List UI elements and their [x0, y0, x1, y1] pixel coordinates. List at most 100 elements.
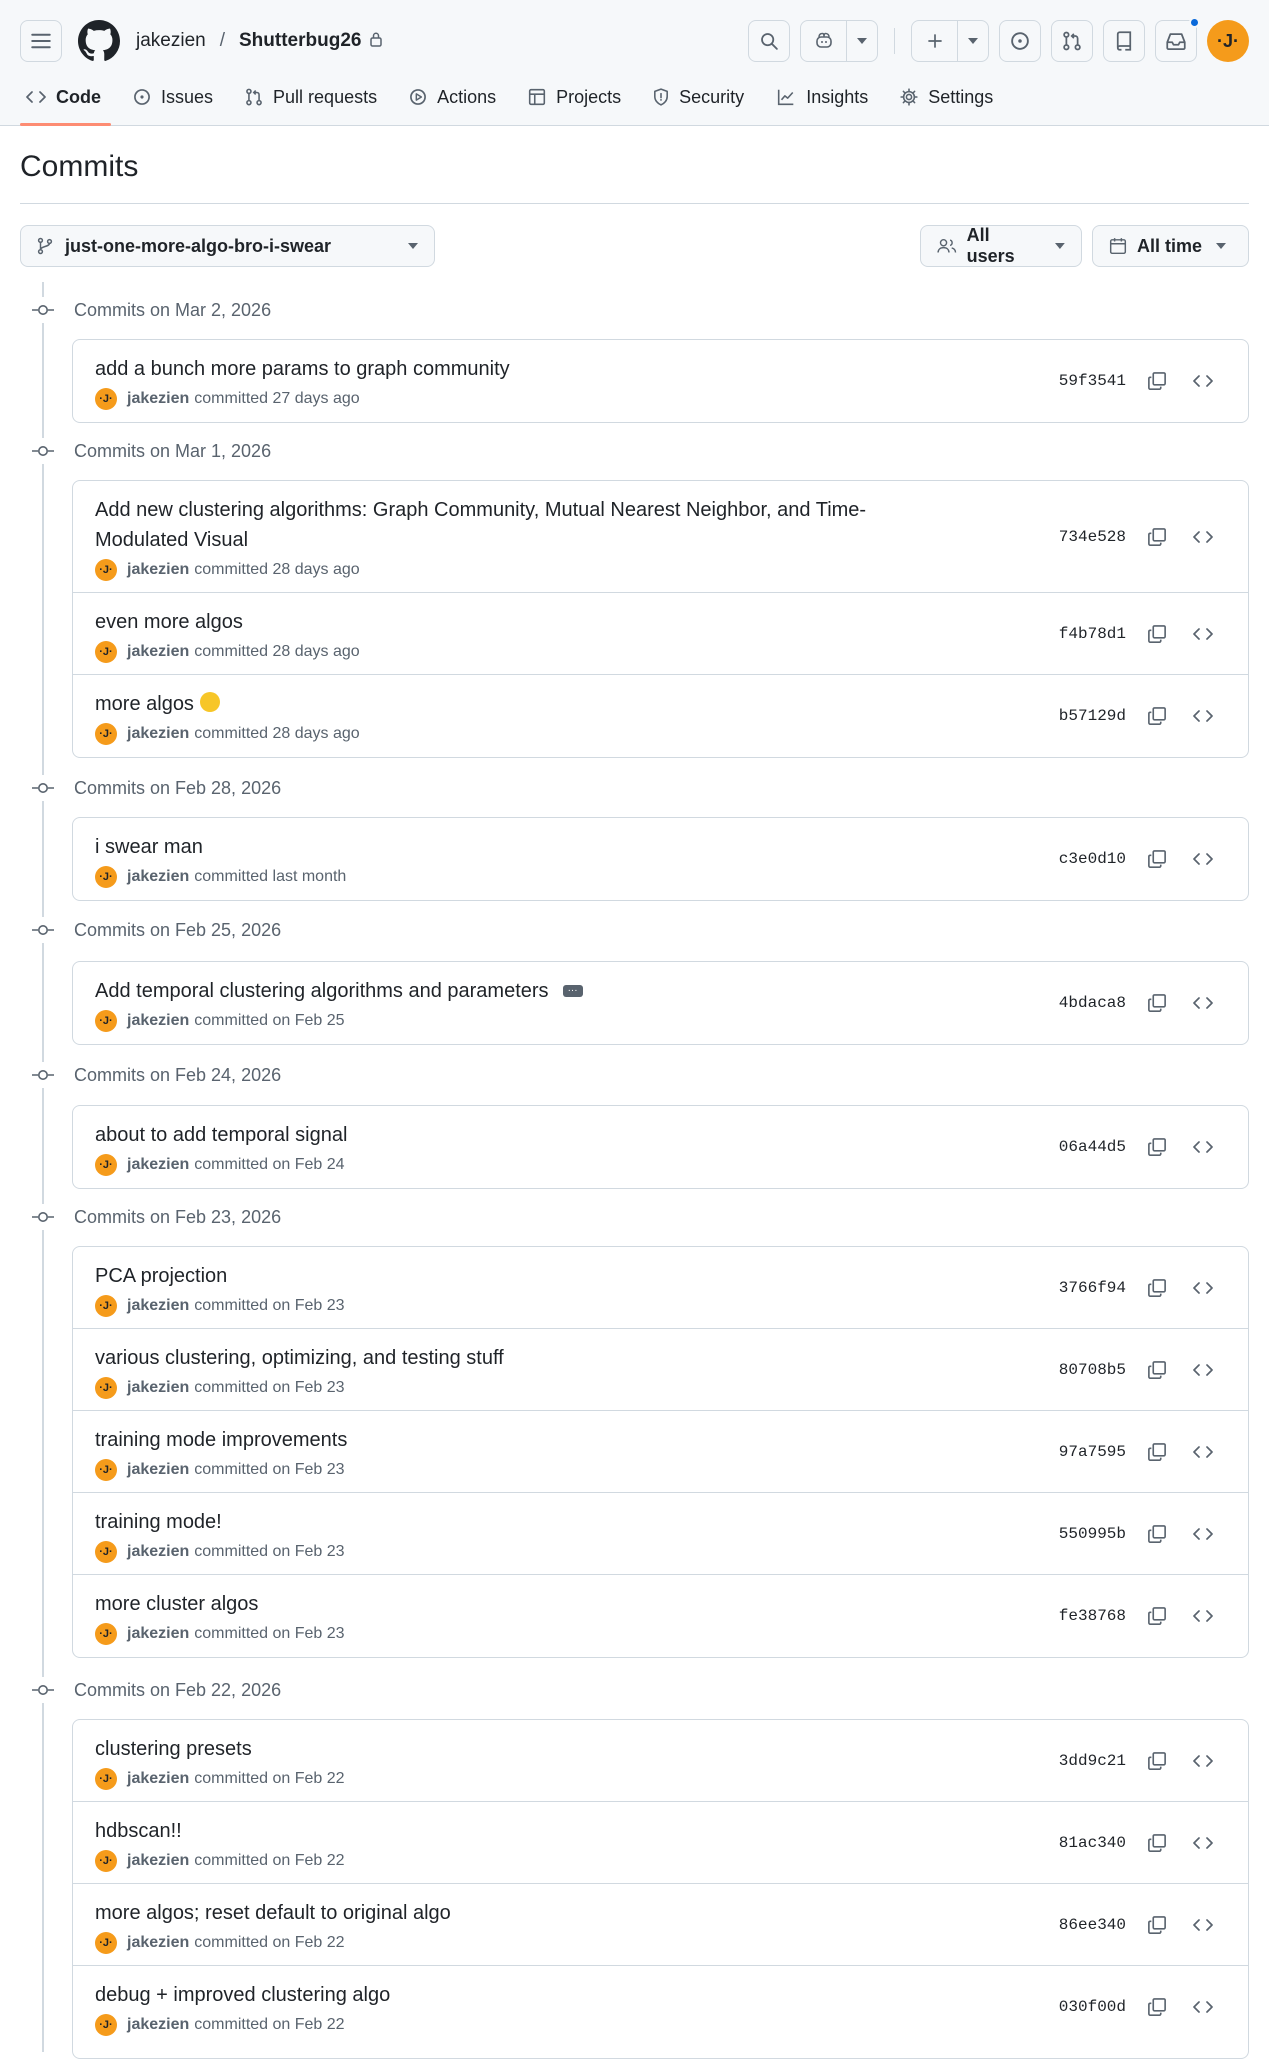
author-link[interactable]: jakezien: [127, 725, 189, 743]
commit-message-link[interactable]: various clustering, optimizing, and test…: [95, 1343, 953, 1373]
commit-sha-link[interactable]: f4b78d1: [1036, 625, 1126, 643]
author-link[interactable]: jakezien: [127, 1852, 189, 1870]
browse-files-button[interactable]: [1188, 366, 1218, 396]
copy-sha-button[interactable]: [1142, 1132, 1172, 1162]
copy-sha-button[interactable]: [1142, 988, 1172, 1018]
browse-files-button[interactable]: [1188, 844, 1218, 874]
author-link[interactable]: jakezien: [127, 1012, 189, 1030]
browse-files-button[interactable]: [1188, 1910, 1218, 1940]
copy-sha-button[interactable]: [1142, 701, 1172, 731]
copilot-button[interactable]: [801, 21, 847, 61]
author-avatar[interactable]: ·J·: [95, 1295, 117, 1317]
browse-files-button[interactable]: [1188, 988, 1218, 1018]
author-avatar[interactable]: ·J·: [95, 641, 117, 663]
browse-files-button[interactable]: [1188, 1601, 1218, 1631]
author-link[interactable]: jakezien: [127, 561, 189, 579]
browse-files-button[interactable]: [1188, 701, 1218, 731]
repo-owner-link[interactable]: jakezien: [136, 30, 206, 52]
commit-sha-link[interactable]: fe38768: [1036, 1607, 1126, 1625]
commit-message-link[interactable]: more algos: [95, 693, 194, 715]
commit-sha-link[interactable]: 80708b5: [1036, 1361, 1126, 1379]
author-avatar[interactable]: ·J·: [95, 1623, 117, 1645]
author-link[interactable]: jakezien: [127, 390, 189, 408]
author-link[interactable]: jakezien: [127, 1770, 189, 1788]
time-filter[interactable]: All time: [1092, 225, 1249, 267]
commit-sha-link[interactable]: 550995b: [1036, 1525, 1126, 1543]
copy-sha-button[interactable]: [1142, 1828, 1172, 1858]
author-link[interactable]: jakezien: [127, 1379, 189, 1397]
author-avatar[interactable]: ·J·: [95, 559, 117, 581]
author-link[interactable]: jakezien: [127, 643, 189, 661]
author-link[interactable]: jakezien: [127, 1156, 189, 1174]
commit-message-link[interactable]: add a bunch more params to graph communi…: [95, 354, 953, 384]
browse-files-button[interactable]: [1188, 1828, 1218, 1858]
copy-sha-button[interactable]: [1142, 844, 1172, 874]
github-logo-icon[interactable]: [78, 20, 120, 62]
author-avatar[interactable]: ·J·: [95, 1154, 117, 1176]
author-avatar[interactable]: ·J·: [95, 1541, 117, 1563]
commit-sha-link[interactable]: 81ac340: [1036, 1834, 1126, 1852]
commit-sha-link[interactable]: 734e528: [1036, 528, 1126, 546]
user-avatar[interactable]: ·J·: [1207, 20, 1249, 62]
tab-security[interactable]: Security: [653, 80, 744, 114]
author-link[interactable]: jakezien: [127, 1461, 189, 1479]
commit-message-link[interactable]: i swear man: [95, 832, 953, 862]
author-link[interactable]: jakezien: [127, 1625, 189, 1643]
commit-message-link[interactable]: more algos; reset default to original al…: [95, 1898, 953, 1928]
commit-sha-link[interactable]: 06a44d5: [1036, 1138, 1126, 1156]
commit-message-link[interactable]: PCA projection: [95, 1261, 953, 1291]
commit-message-link[interactable]: debug + improved clustering algo: [95, 1980, 953, 2010]
repositories-button[interactable]: [1103, 20, 1145, 62]
commit-message-link[interactable]: even more algos: [95, 607, 953, 637]
author-avatar[interactable]: ·J·: [95, 1850, 117, 1872]
users-filter[interactable]: All users: [920, 225, 1082, 267]
author-avatar[interactable]: ·J·: [95, 1932, 117, 1954]
browse-files-button[interactable]: [1188, 1519, 1218, 1549]
commit-sha-link[interactable]: b57129d: [1036, 707, 1126, 725]
create-new-dropdown-button[interactable]: [958, 21, 988, 61]
commit-message-link[interactable]: clustering presets: [95, 1734, 953, 1764]
commit-sha-link[interactable]: 3dd9c21: [1036, 1752, 1126, 1770]
tab-issues[interactable]: Issues: [133, 80, 213, 114]
pull-requests-shortcut-button[interactable]: [1051, 20, 1093, 62]
copy-sha-button[interactable]: [1142, 1519, 1172, 1549]
copy-sha-button[interactable]: [1142, 366, 1172, 396]
copilot-dropdown-button[interactable]: [847, 21, 877, 61]
tab-settings[interactable]: Settings: [900, 80, 993, 114]
commit-sha-link[interactable]: 86ee340: [1036, 1916, 1126, 1934]
copy-sha-button[interactable]: [1142, 1355, 1172, 1385]
author-link[interactable]: jakezien: [127, 2016, 189, 2034]
search-button[interactable]: [748, 20, 790, 62]
author-avatar[interactable]: ·J·: [95, 1768, 117, 1790]
author-avatar[interactable]: ·J·: [95, 2014, 117, 2036]
author-link[interactable]: jakezien: [127, 1543, 189, 1561]
expand-description-button[interactable]: ···: [562, 985, 583, 997]
repo-name-link[interactable]: Shutterbug26: [239, 30, 361, 52]
commit-message-link[interactable]: hdbscan!!: [95, 1816, 953, 1846]
commit-message-link[interactable]: more cluster algos: [95, 1589, 953, 1619]
author-link[interactable]: jakezien: [127, 1297, 189, 1315]
commit-sha-link[interactable]: 97a7595: [1036, 1443, 1126, 1461]
browse-files-button[interactable]: [1188, 1273, 1218, 1303]
copy-sha-button[interactable]: [1142, 1992, 1172, 2022]
copy-sha-button[interactable]: [1142, 619, 1172, 649]
issues-shortcut-button[interactable]: [999, 20, 1041, 62]
branch-selector[interactable]: just-one-more-algo-bro-i-swear: [20, 225, 435, 267]
tab-insights[interactable]: Insights: [776, 80, 868, 114]
author-link[interactable]: jakezien: [127, 1934, 189, 1952]
create-new-button[interactable]: [912, 21, 958, 61]
browse-files-button[interactable]: [1188, 1437, 1218, 1467]
author-avatar[interactable]: ·J·: [95, 723, 117, 745]
commit-sha-link[interactable]: 59f3541: [1036, 372, 1126, 390]
copy-sha-button[interactable]: [1142, 1437, 1172, 1467]
author-avatar[interactable]: ·J·: [95, 1377, 117, 1399]
browse-files-button[interactable]: [1188, 522, 1218, 552]
browse-files-button[interactable]: [1188, 1132, 1218, 1162]
tab-code[interactable]: Code: [20, 80, 111, 126]
copy-sha-button[interactable]: [1142, 1910, 1172, 1940]
tab-actions[interactable]: Actions: [409, 80, 496, 114]
author-link[interactable]: jakezien: [127, 868, 189, 886]
browse-files-button[interactable]: [1188, 1746, 1218, 1776]
author-avatar[interactable]: ·J·: [95, 866, 117, 888]
commit-message-link[interactable]: about to add temporal signal: [95, 1120, 953, 1150]
